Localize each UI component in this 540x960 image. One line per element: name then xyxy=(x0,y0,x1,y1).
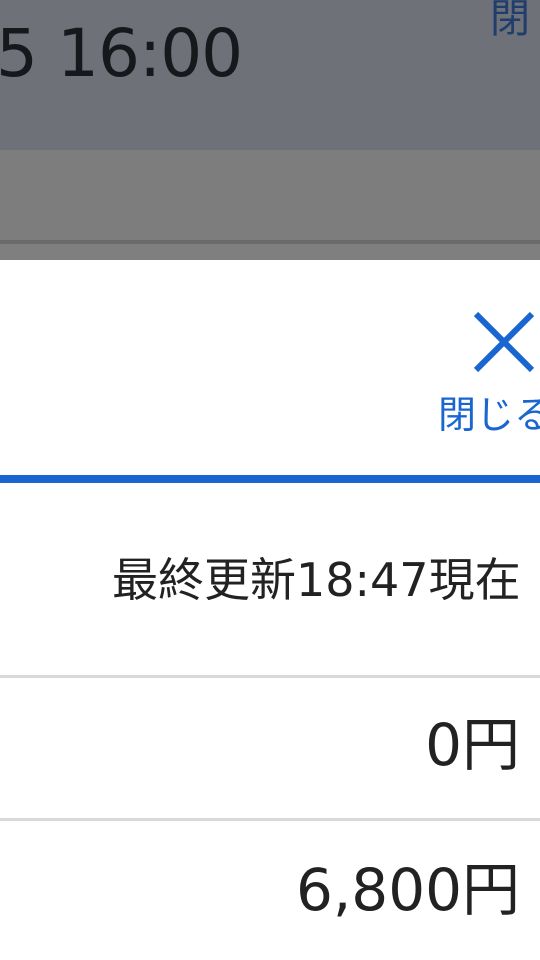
price-value: 0円 xyxy=(425,711,520,779)
background-band xyxy=(0,150,540,240)
close-icon xyxy=(473,311,535,373)
close-button-label: 閉じる xyxy=(438,393,540,437)
background-strip xyxy=(0,244,540,260)
screen: 5 16:00 閉 閉じる 最終更新18:47現在 0円 6,800円 xyxy=(0,0,540,960)
close-button[interactable]: 閉じる xyxy=(432,300,540,450)
modal-sheet: 閉じる 最終更新18:47現在 0円 6,800円 xyxy=(0,260,540,960)
row-divider xyxy=(0,675,540,678)
background-close-text: 閉 xyxy=(490,0,530,42)
header-divider xyxy=(0,475,540,483)
row-divider xyxy=(0,818,540,821)
background-datetime: 5 16:00 xyxy=(0,15,243,92)
background-header: 5 16:00 閉 xyxy=(0,0,540,150)
last-updated-text: 最終更新18:47現在 xyxy=(112,553,521,607)
price-value: 6,800円 xyxy=(295,856,520,924)
